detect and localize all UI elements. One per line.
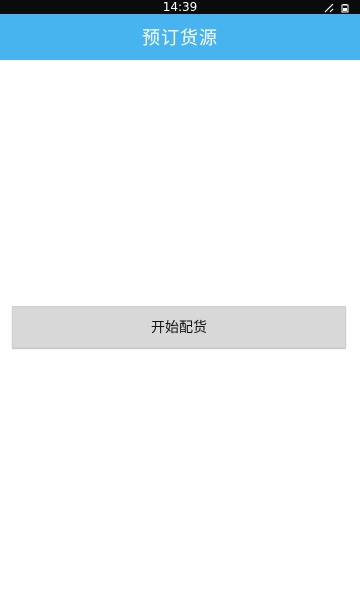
tab-icon-3[interactable] xyxy=(214,594,232,600)
signal-off-icon xyxy=(324,2,334,13)
page-title: 预订货源 xyxy=(142,28,218,49)
bottom-tab-bar xyxy=(0,592,360,600)
top-header: 预订货源 xyxy=(0,14,360,60)
app-screen: 14:39 预订货源 开始配货 xyxy=(0,0,360,600)
status-icons xyxy=(324,2,350,13)
main-content: 开始配货 xyxy=(0,60,360,592)
tab-icon-2[interactable] xyxy=(120,594,136,600)
battery-icon xyxy=(340,2,350,13)
tab-icon-1[interactable] xyxy=(36,594,54,600)
status-bar: 14:39 xyxy=(0,0,360,14)
tab-icon-4[interactable] xyxy=(304,594,322,600)
start-dispatch-button[interactable]: 开始配货 xyxy=(12,306,346,348)
status-time: 14:39 xyxy=(162,0,198,14)
